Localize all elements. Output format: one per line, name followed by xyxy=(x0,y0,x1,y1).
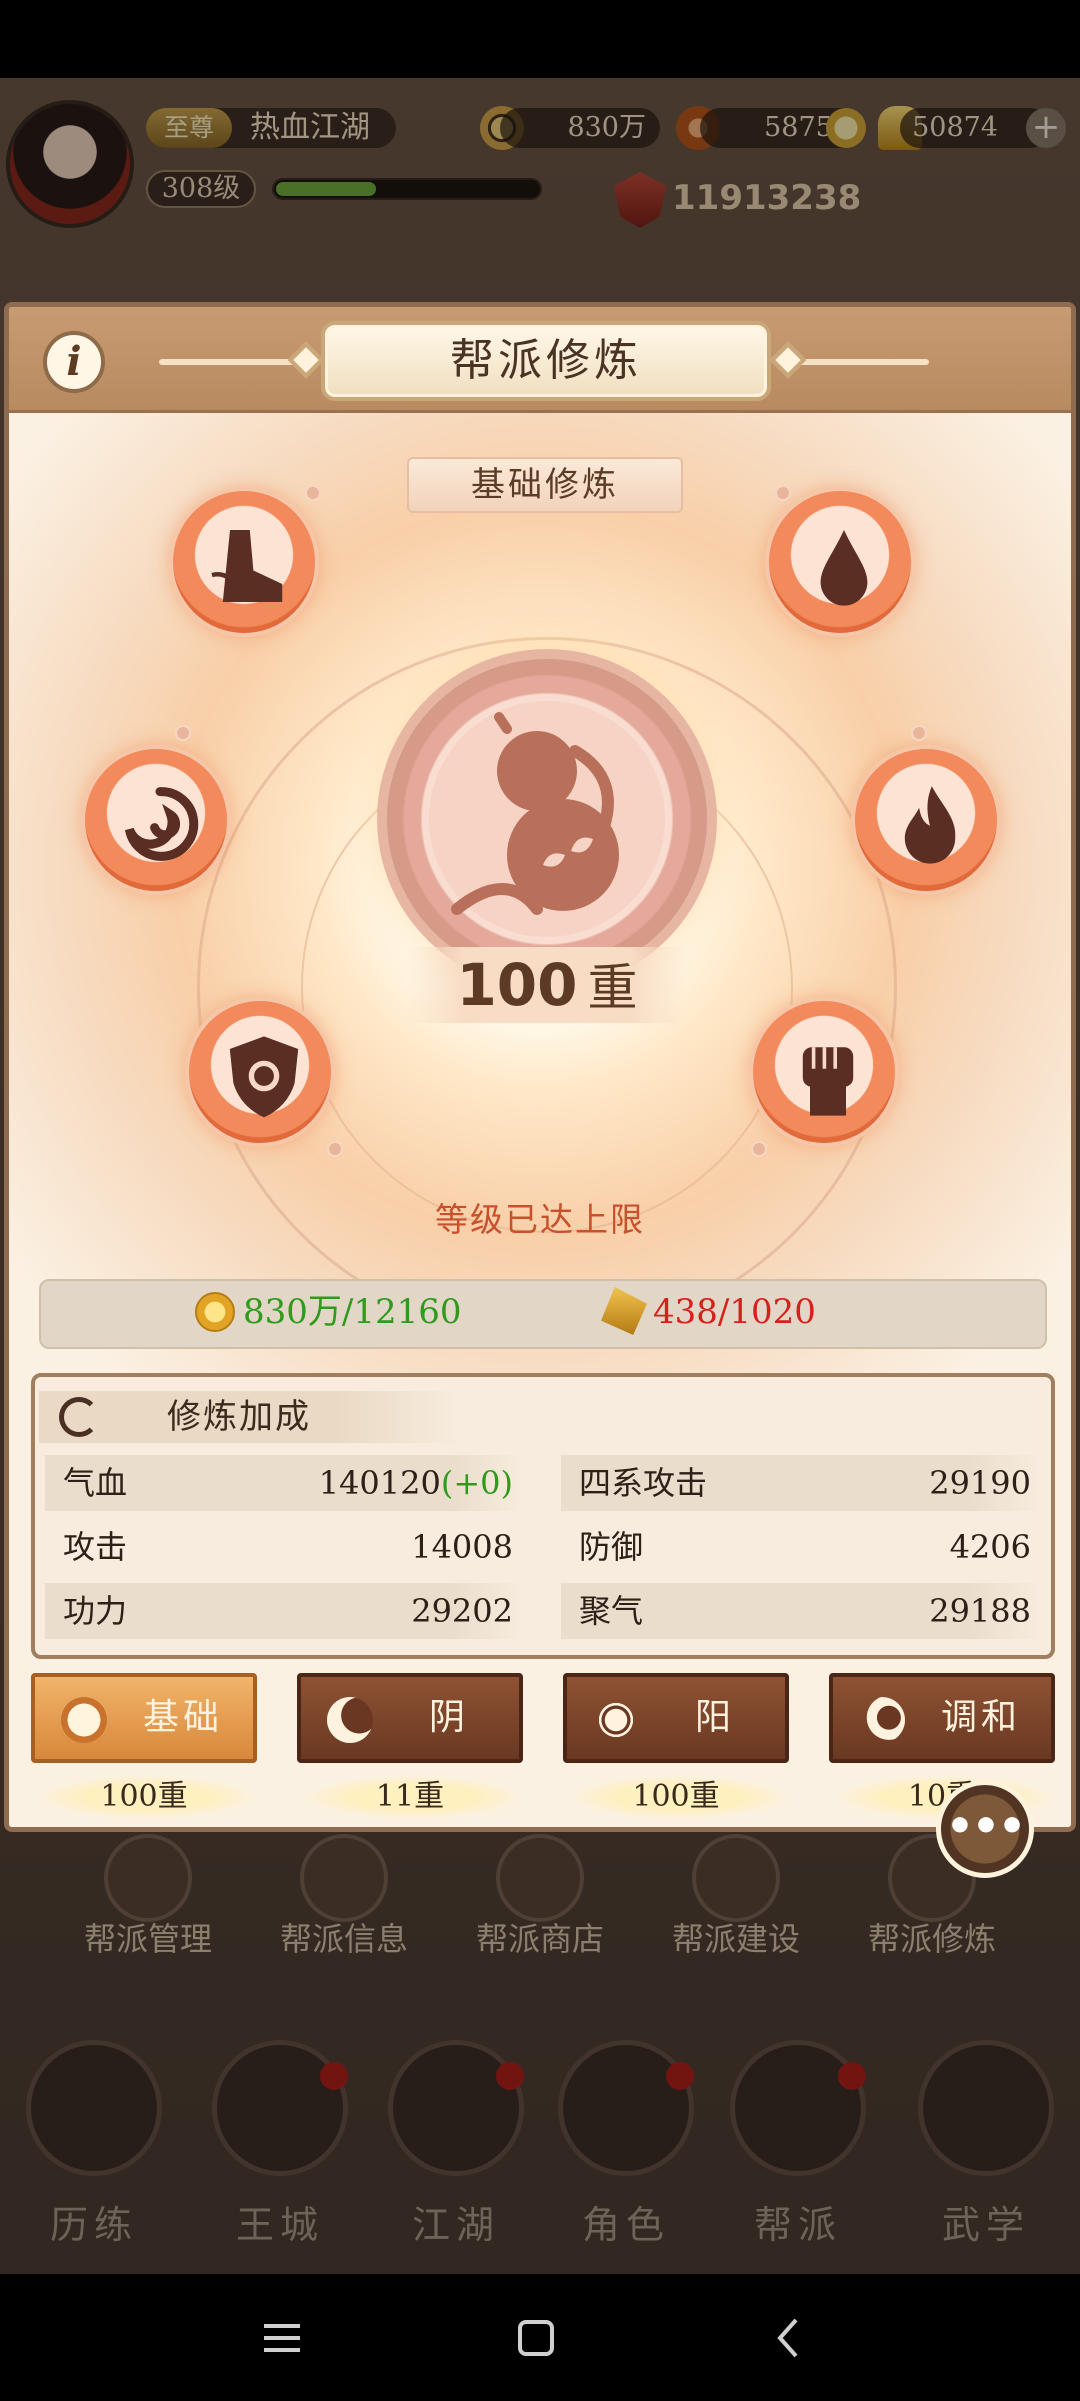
cloud-decoration xyxy=(789,359,929,365)
stat-value: 14008 xyxy=(411,1528,513,1566)
orb-node xyxy=(911,725,927,741)
stat-value: 29188 xyxy=(929,1592,1031,1630)
stat-row: 攻击 14008 xyxy=(45,1519,523,1575)
title-ornament xyxy=(769,341,807,379)
blood-orb[interactable] xyxy=(765,487,915,637)
tab-level: 100重 xyxy=(100,1779,188,1814)
orb-node xyxy=(751,1141,767,1157)
stat-value: 29202 xyxy=(411,1592,513,1630)
stat-name: 功力 xyxy=(63,1592,128,1630)
chat-icon: ••• xyxy=(945,1801,1026,1852)
chat-button[interactable]: ••• xyxy=(936,1780,1034,1878)
orb-node xyxy=(305,485,321,501)
flame-icon xyxy=(904,786,956,864)
shield-orb[interactable] xyxy=(185,997,335,1147)
stat-value: 4206 xyxy=(949,1528,1031,1566)
cloud-decoration xyxy=(159,359,309,365)
sun-moon-icon xyxy=(859,1697,905,1743)
fist-icon xyxy=(802,1047,854,1116)
stat-name: 四系攻击 xyxy=(579,1464,708,1502)
stat-row: 功力 29202 xyxy=(45,1583,523,1639)
tab-level: 100重 xyxy=(632,1779,720,1814)
center-medallion xyxy=(377,649,717,989)
tab-harmony[interactable]: 调和 xyxy=(829,1673,1055,1763)
bonus-title: 修炼加成 xyxy=(167,1397,311,1437)
gourd-icon xyxy=(61,1697,107,1743)
panel-header: i 帮派修炼 xyxy=(9,307,1071,413)
boot-icon xyxy=(211,530,283,602)
tab-level: 11重 xyxy=(375,1779,445,1814)
stat-name: 防御 xyxy=(579,1528,644,1566)
back-icon[interactable] xyxy=(762,2310,818,2366)
tab-label: 基础 xyxy=(142,1697,223,1738)
tab-yang[interactable]: 阳 xyxy=(563,1673,789,1763)
stat-row: 聚气 29188 xyxy=(561,1583,1041,1639)
swirl-orb[interactable] xyxy=(81,745,231,895)
swirl-icon xyxy=(124,787,199,861)
tab-label: 阴 xyxy=(428,1697,469,1738)
cost-bar xyxy=(39,1279,1047,1349)
sun-icon xyxy=(593,1697,639,1743)
home-icon[interactable] xyxy=(508,2310,564,2366)
info-button[interactable]: i xyxy=(43,331,105,393)
moon-icon xyxy=(327,1697,373,1743)
status-bar xyxy=(0,0,1080,78)
tab-label: 调和 xyxy=(940,1697,1021,1738)
training-level: 100 重 xyxy=(407,947,687,1023)
tab-yin[interactable]: 阴 xyxy=(297,1673,523,1763)
stat-row: 气血 140120(+0) xyxy=(45,1455,523,1511)
cost-coins: 830万/12160 xyxy=(243,1292,462,1332)
guild-training-panel: i 帮派修炼 基础修炼 100 重 等级已达上限 830万/12160 438/… xyxy=(4,302,1076,1832)
stat-value: 140120(+0) xyxy=(319,1455,513,1511)
gourd-icon xyxy=(429,701,665,937)
stat-row: 防御 4206 xyxy=(561,1519,1041,1575)
stat-delta: (+0) xyxy=(440,1464,513,1502)
panel-title: 帮派修炼 xyxy=(450,335,642,386)
orb-node xyxy=(175,725,191,741)
training-subtitle: 基础修炼 xyxy=(407,457,683,513)
tab-label: 阳 xyxy=(694,1697,735,1738)
fist-orb[interactable] xyxy=(749,997,899,1147)
stat-row: 四系攻击 29190 xyxy=(561,1455,1041,1511)
stat-name: 聚气 xyxy=(579,1592,644,1630)
orb-node xyxy=(775,485,791,501)
coin-icon xyxy=(195,1292,235,1332)
boot-orb[interactable] xyxy=(169,487,319,637)
flame-orb[interactable] xyxy=(851,745,1001,895)
stat-name: 气血 xyxy=(63,1464,128,1502)
title-ornament xyxy=(287,341,325,379)
training-level-number: 100 xyxy=(456,951,578,1019)
tab-basic[interactable]: 基础 xyxy=(31,1673,257,1763)
training-level-unit: 重 xyxy=(587,959,638,1017)
orb-node xyxy=(327,1141,343,1157)
max-level-notice: 等级已达上限 xyxy=(435,1200,645,1239)
swirl-icon xyxy=(59,1397,99,1437)
stat-value: 29190 xyxy=(929,1464,1031,1502)
cost-tokens: 438/1020 xyxy=(653,1292,816,1332)
menu-icon[interactable] xyxy=(254,2310,310,2366)
stat-name: 攻击 xyxy=(63,1528,128,1566)
shield-icon xyxy=(229,1036,299,1118)
stat-number: 140120 xyxy=(318,1464,441,1502)
blood-drop-icon xyxy=(820,530,868,606)
